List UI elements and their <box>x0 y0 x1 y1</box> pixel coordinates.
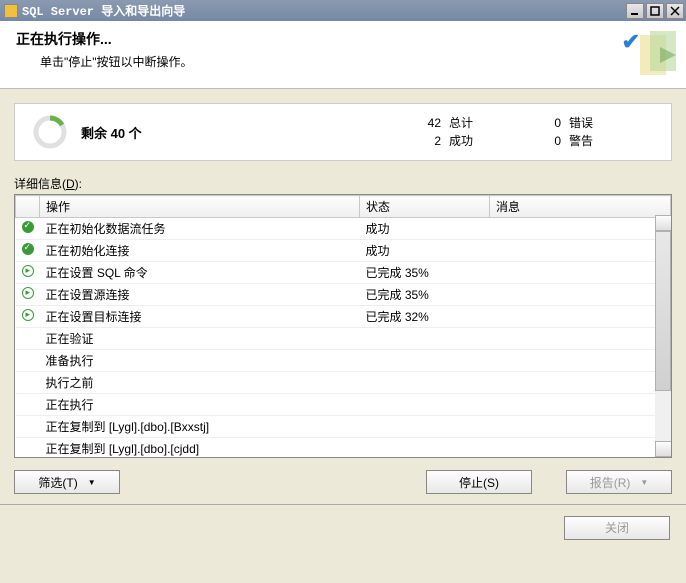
row-status-icon <box>16 394 40 416</box>
progress-icon <box>22 287 34 299</box>
stop-button[interactable]: 停止(S) <box>426 470 532 494</box>
wizard-header: 正在执行操作... 单击"停止"按钮以中断操作。 ✔ <box>0 21 686 89</box>
row-message <box>490 438 671 458</box>
table-row[interactable]: 正在初始化数据流任务成功 <box>16 218 671 240</box>
row-status-icon <box>16 416 40 438</box>
column-status[interactable]: 状态 <box>360 196 490 218</box>
success-count: 2 <box>413 132 441 150</box>
scroll-down-button[interactable] <box>655 441 671 457</box>
error-label: 错误 <box>569 114 593 132</box>
summary-panel: 剩余 40 个 42 总计 2 成功 0 错误 0 警告 <box>14 103 672 161</box>
row-action: 正在执行 <box>40 394 360 416</box>
vertical-scrollbar[interactable] <box>655 215 671 457</box>
row-action: 正在初始化连接 <box>40 240 360 262</box>
warning-label: 警告 <box>569 132 593 150</box>
header-subtitle: 单击"停止"按钮以中断操作。 <box>40 53 670 70</box>
row-action: 准备执行 <box>40 350 360 372</box>
row-status-icon <box>16 262 40 284</box>
progress-icon <box>22 309 34 321</box>
row-action: 正在初始化数据流任务 <box>40 218 360 240</box>
progress-spinner-icon <box>33 115 67 149</box>
row-status-icon <box>16 240 40 262</box>
row-action: 正在设置目标连接 <box>40 306 360 328</box>
column-action[interactable]: 操作 <box>40 196 360 218</box>
details-label: 详细信息(D): <box>14 175 672 192</box>
row-message <box>490 350 671 372</box>
row-status: 已完成 35% <box>360 262 490 284</box>
title-bar: SQL Server 导入和导出向导 <box>0 0 686 21</box>
success-icon <box>22 243 34 255</box>
row-status <box>360 350 490 372</box>
report-button[interactable]: 报告(R) <box>566 470 672 494</box>
total-count: 42 <box>413 114 441 132</box>
row-action: 正在设置 SQL 命令 <box>40 262 360 284</box>
close-wizard-button[interactable]: 关闭 <box>564 516 670 540</box>
scroll-thumb[interactable] <box>655 231 671 391</box>
row-status-icon <box>16 372 40 394</box>
app-icon <box>4 4 18 18</box>
row-action: 正在验证 <box>40 328 360 350</box>
table-row[interactable]: 正在执行 <box>16 394 671 416</box>
row-status <box>360 372 490 394</box>
remaining-label: 剩余 40 个 <box>81 123 413 142</box>
column-message[interactable]: 消息 <box>490 196 671 218</box>
row-status <box>360 416 490 438</box>
scroll-up-button[interactable] <box>655 215 671 231</box>
row-message <box>490 328 671 350</box>
row-message <box>490 218 671 240</box>
warning-count: 0 <box>533 132 561 150</box>
success-label: 成功 <box>449 132 473 150</box>
row-action: 正在设置源连接 <box>40 284 360 306</box>
filter-button[interactable]: 筛选(T) <box>14 470 120 494</box>
wizard-footer: 关闭 <box>0 504 686 550</box>
table-row[interactable]: 正在设置 SQL 命令已完成 35% <box>16 262 671 284</box>
table-row[interactable]: 正在设置源连接已完成 35% <box>16 284 671 306</box>
error-count: 0 <box>533 114 561 132</box>
row-status-icon <box>16 438 40 458</box>
row-status-icon <box>16 306 40 328</box>
progress-icon <box>22 265 34 277</box>
row-status <box>360 394 490 416</box>
row-message <box>490 284 671 306</box>
row-message <box>490 262 671 284</box>
maximize-button[interactable] <box>646 3 664 19</box>
row-status: 已完成 32% <box>360 306 490 328</box>
row-action: 正在复制到 [Lygl].[dbo].[Bxxstj] <box>40 416 360 438</box>
minimize-button[interactable] <box>626 3 644 19</box>
table-row[interactable]: 正在复制到 [Lygl].[dbo].[Bxxstj] <box>16 416 671 438</box>
row-status-icon <box>16 284 40 306</box>
header-title: 正在执行操作... <box>16 29 670 49</box>
row-message <box>490 372 671 394</box>
window-title: SQL Server 导入和导出向导 <box>22 2 626 19</box>
row-status-icon <box>16 328 40 350</box>
row-status <box>360 328 490 350</box>
row-message <box>490 306 671 328</box>
details-grid: 操作 状态 消息 正在初始化数据流任务成功正在初始化连接成功正在设置 SQL 命… <box>14 194 672 458</box>
table-row[interactable]: 正在设置目标连接已完成 32% <box>16 306 671 328</box>
close-button[interactable] <box>666 3 684 19</box>
table-row[interactable]: 正在验证 <box>16 328 671 350</box>
row-message <box>490 394 671 416</box>
row-status: 成功 <box>360 240 490 262</box>
table-row[interactable]: 正在初始化连接成功 <box>16 240 671 262</box>
row-status: 已完成 35% <box>360 284 490 306</box>
total-label: 总计 <box>449 114 473 132</box>
table-row[interactable]: 执行之前 <box>16 372 671 394</box>
table-row[interactable]: 正在复制到 [Lygl].[dbo].[cjdd] <box>16 438 671 458</box>
row-status-icon <box>16 350 40 372</box>
row-status <box>360 438 490 458</box>
row-message <box>490 416 671 438</box>
success-icon <box>22 221 34 233</box>
row-message <box>490 240 671 262</box>
wizard-banner-icon <box>630 27 686 83</box>
row-status-icon <box>16 218 40 240</box>
row-action: 执行之前 <box>40 372 360 394</box>
column-icon[interactable] <box>16 196 40 218</box>
row-action: 正在复制到 [Lygl].[dbo].[cjdd] <box>40 438 360 458</box>
row-status: 成功 <box>360 218 490 240</box>
window-controls <box>626 3 684 19</box>
table-row[interactable]: 准备执行 <box>16 350 671 372</box>
